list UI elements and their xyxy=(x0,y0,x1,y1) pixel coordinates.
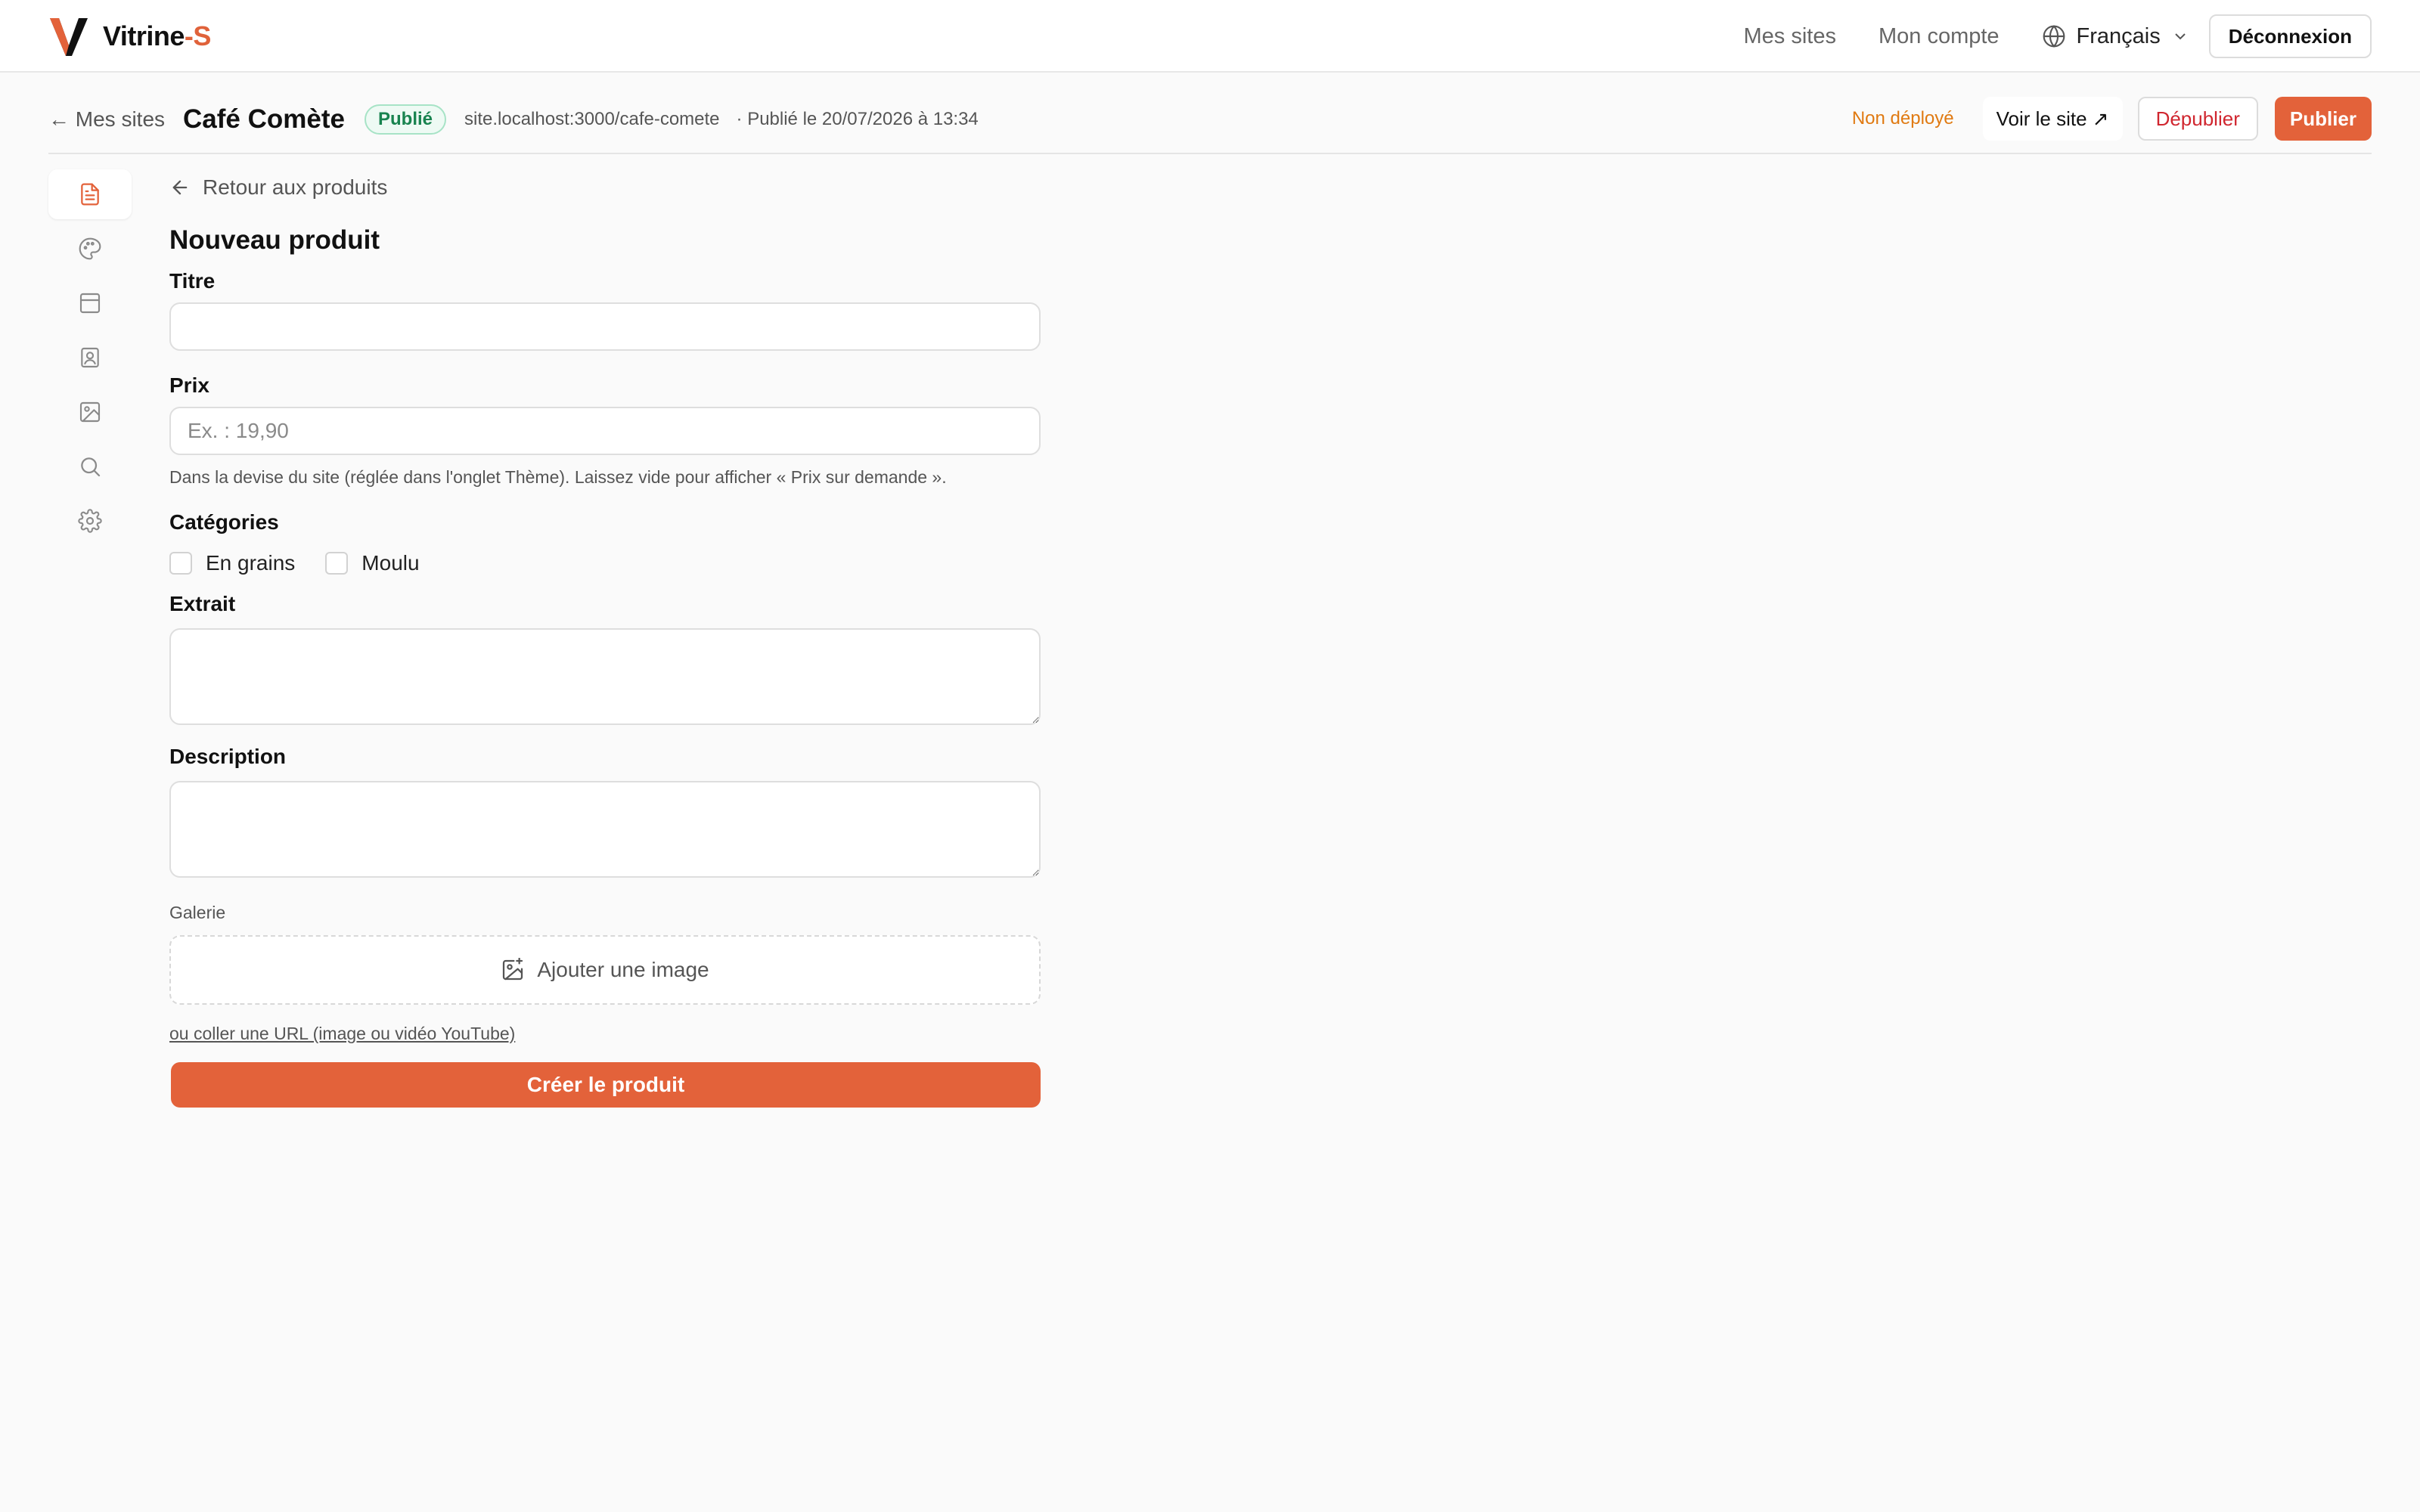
description-label: Description xyxy=(169,745,287,768)
category-label: En grains xyxy=(206,551,296,575)
create-product-button[interactable]: Créer le produit xyxy=(171,1062,1041,1108)
search-icon xyxy=(81,457,101,477)
add-image-dropzone[interactable]: Ajouter une image xyxy=(169,935,1041,1005)
arrow-left-icon xyxy=(172,180,188,195)
logo[interactable]: Vitrine-S xyxy=(48,15,211,57)
globe-icon xyxy=(2043,25,2065,48)
status-badge: Publié xyxy=(364,104,446,135)
category-label: Moulu xyxy=(361,551,420,575)
excerpt-textarea[interactable] xyxy=(169,628,1041,725)
add-image-label: Ajouter une image xyxy=(537,958,709,981)
brand-name: Vitrine-S xyxy=(103,20,212,51)
checkbox[interactable] xyxy=(169,552,192,575)
back-to-products-link[interactable]: Retour aux produits xyxy=(169,169,1041,206)
category-checkbox-en-grains[interactable]: En grains xyxy=(169,551,295,575)
palette-icon xyxy=(79,237,101,260)
top-nav-links: Mes sites Mon compte Français Déconnexio… xyxy=(1743,14,2372,59)
layout-icon xyxy=(79,293,101,314)
published-date: · Publié le 20/07/2026 à 13:34 xyxy=(736,109,979,129)
back-to-sites-link[interactable]: ← Mes sites xyxy=(48,107,165,132)
language-select[interactable]: Français xyxy=(2042,24,2189,49)
product-form: Retour aux produits Nouveau produit Titr… xyxy=(169,169,1041,1108)
vitrine-logo-icon xyxy=(50,18,88,56)
categories-list: En grains Moulu xyxy=(169,550,1041,577)
sidebar-item-theme[interactable] xyxy=(48,224,132,274)
site-info: ← Mes sites Café Comète Publié site.loca… xyxy=(48,97,979,142)
pages-icon xyxy=(81,183,99,206)
editor-sidebar xyxy=(48,169,132,550)
excerpt-label: Extrait xyxy=(169,592,236,615)
price-input[interactable] xyxy=(169,407,1041,455)
sidebar-item-seo[interactable] xyxy=(48,442,132,491)
paste-url-link[interactable]: ou coller une URL (image ou vidéo YouTub… xyxy=(169,1024,515,1043)
site-header: ← Mes sites Café Comète Publié site.loca… xyxy=(48,97,2372,154)
sidebar-item-contact[interactable] xyxy=(48,333,132,383)
sidebar-item-pages[interactable] xyxy=(48,169,132,219)
title-label: Titre xyxy=(169,269,216,293)
gallery-label: Galerie xyxy=(169,903,226,922)
language-label: Français xyxy=(2076,23,2161,48)
page-title: Nouveau produit xyxy=(169,225,380,255)
paste-url-row: ou coller une URL (image ou vidéo YouTub… xyxy=(169,1021,1041,1046)
brand-accent: -S xyxy=(184,20,212,51)
site-name: Café Comète xyxy=(183,104,345,134)
publish-button[interactable]: Publier xyxy=(2274,97,2372,141)
chevron-down-icon xyxy=(2175,33,2186,40)
back-to-products-label: Retour aux produits xyxy=(203,175,388,199)
top-navbar: Vitrine-S Mes sites Mon compte Français … xyxy=(0,0,2420,73)
site-actions: Non déployé Voir le site ↗ Dépublier Pub… xyxy=(1852,97,2372,141)
price-label: Prix xyxy=(169,373,209,397)
categories-label: Catégories xyxy=(169,510,279,534)
sidebar-item-layout[interactable] xyxy=(48,278,132,328)
deploy-status: Non déployé xyxy=(1851,108,1954,129)
site-url: site.localhost:3000/cafe-comete xyxy=(464,109,720,129)
description-textarea[interactable] xyxy=(169,781,1041,878)
sidebar-item-media[interactable] xyxy=(48,387,132,437)
title-input[interactable] xyxy=(169,302,1041,351)
unpublish-button[interactable]: Dépublier xyxy=(2137,97,2258,141)
view-site-link[interactable]: Voir le site ↗ xyxy=(1982,97,2123,141)
nav-my-account[interactable]: Mon compte xyxy=(1879,24,2000,49)
nav-my-sites[interactable]: Mes sites xyxy=(1743,24,1835,49)
contact-icon xyxy=(81,347,99,368)
gear-icon xyxy=(78,509,102,533)
sidebar-item-settings[interactable] xyxy=(48,496,132,546)
category-checkbox-moulu[interactable]: Moulu xyxy=(325,551,420,575)
image-plus-icon xyxy=(503,958,523,981)
price-help-text: Dans la devise du site (réglée dans l'on… xyxy=(169,467,947,487)
image-icon xyxy=(79,401,101,423)
checkbox[interactable] xyxy=(325,552,349,575)
logout-button[interactable]: Déconnexion xyxy=(2208,14,2372,58)
